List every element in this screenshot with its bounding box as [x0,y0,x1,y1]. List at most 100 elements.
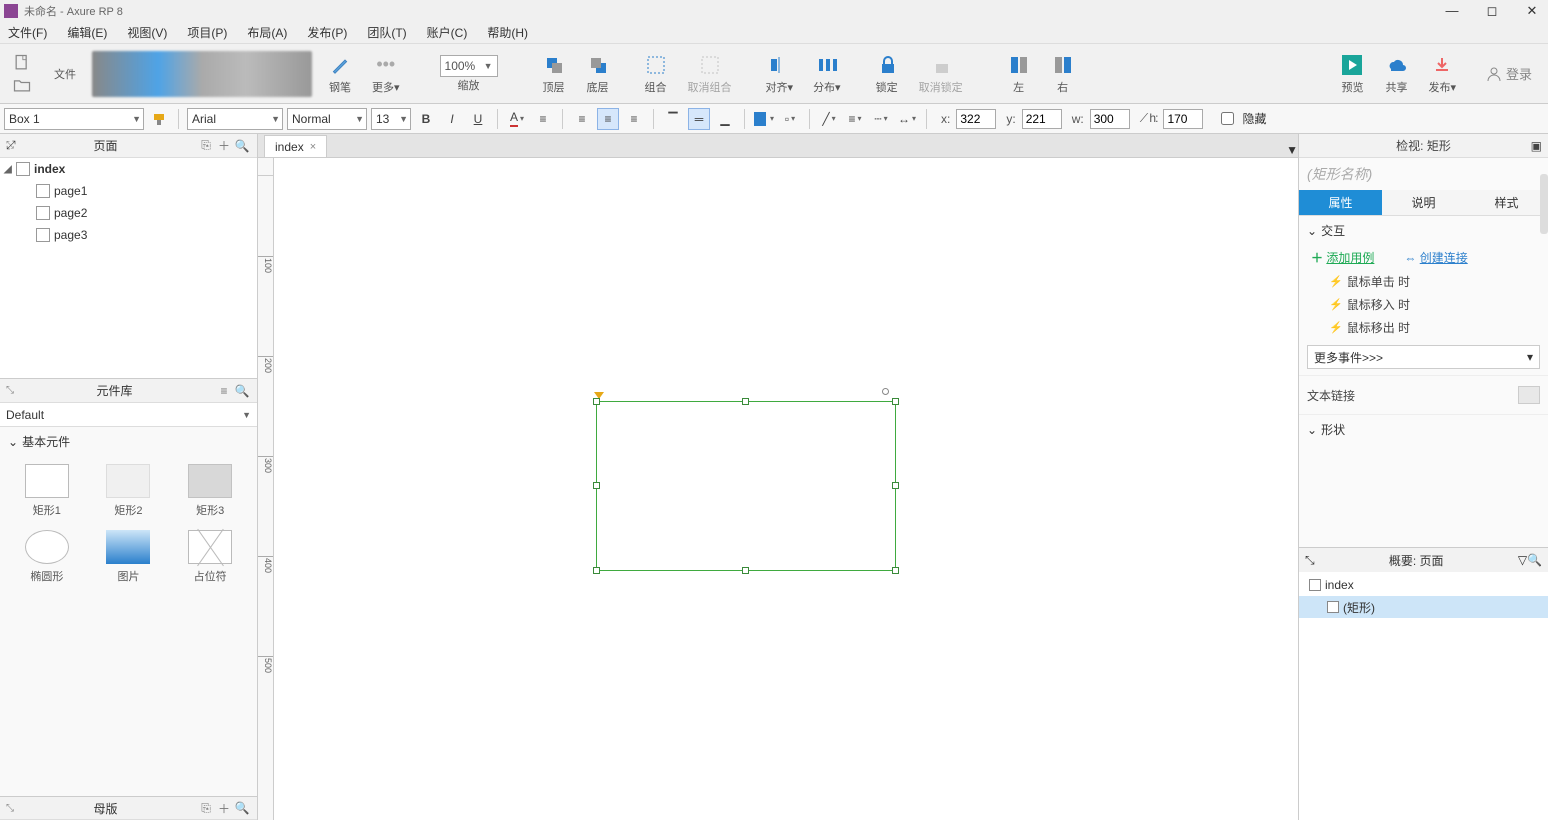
share-btn[interactable]: 共享 [1384,53,1408,95]
style-preset-select[interactable]: Box 1▼ [4,108,144,130]
widget-item[interactable]: 矩形2 [90,460,168,522]
library-category[interactable]: ⌄基本元件 [0,427,257,456]
ruler-vertical[interactable]: 100200300400500 [258,176,274,820]
collapse-icon[interactable]: ⤡ [1305,553,1315,568]
maximize-button[interactable]: ◻ [1480,3,1504,19]
h-input[interactable] [1163,109,1203,129]
bold-btn[interactable]: B [415,108,437,130]
widget-item[interactable]: 椭圆形 [8,526,86,588]
left-align-btn[interactable]: 左 [1007,53,1031,95]
add-case-link[interactable]: ＋ 添加用例 [1311,249,1374,266]
underline-btn[interactable]: U [467,108,489,130]
login-button[interactable]: 登录 [1486,64,1532,83]
valign-middle-btn[interactable]: ═ [688,108,710,130]
page-tree-item[interactable]: page3 [0,224,257,246]
resize-handle-nw[interactable] [593,398,600,405]
rotate-handle[interactable] [882,388,889,395]
group-btn[interactable]: 组合 [644,53,668,95]
add-folder-icon[interactable]: ⎘ [197,801,215,816]
create-link-link[interactable]: ⇔ 创建连接 [1404,249,1467,266]
shape-section-header[interactable]: ⌄形状 [1299,414,1548,444]
resize-handle-n[interactable] [742,398,749,405]
add-folder-icon[interactable]: ⎘ [197,138,215,153]
resize-handle-sw[interactable] [593,567,600,574]
widget-item[interactable]: 图片 [90,526,168,588]
scrollbar-thumb[interactable] [1540,174,1548,234]
tab-overflow-icon[interactable]: ▼ [1286,143,1298,157]
widget-item[interactable]: 占位符 [171,526,249,588]
tab-properties[interactable]: 属性 [1299,190,1382,215]
line-color-btn[interactable]: ╱ [818,108,840,130]
text-color-btn[interactable]: A [506,108,528,130]
align-center-btn[interactable]: ≡ [597,108,619,130]
menu-edit[interactable]: 编辑(E) [61,22,113,43]
font-select[interactable]: Arial▼ [187,108,283,130]
italic-btn[interactable]: I [441,108,463,130]
menu-project[interactable]: 项目(P) [181,22,233,43]
resize-handle-w[interactable] [593,482,600,489]
publish-btn[interactable]: 发布▾ [1428,53,1456,95]
widget-item[interactable]: 矩形1 [8,460,86,522]
canvas[interactable] [274,176,1298,820]
add-page-icon[interactable]: ＋ [215,137,233,154]
ungroup-btn[interactable]: 取消组合 [688,53,732,95]
more-tool[interactable]: •••更多▾ [372,53,400,95]
unlock-btn[interactable]: 取消锁定 [919,53,963,95]
pen-tool[interactable]: 钢笔 [328,53,352,95]
resize-handle-ne[interactable] [892,398,899,405]
page-tree-item[interactable]: page2 [0,202,257,224]
library-menu-icon[interactable]: ≡ [215,384,233,398]
add-master-icon[interactable]: ＋ [215,800,233,817]
outer-shadow-btn[interactable]: ▫ [779,108,801,130]
weight-select[interactable]: Normal▼ [287,108,367,130]
right-align-btn[interactable]: 右 [1051,53,1075,95]
interaction-section-header[interactable]: ⌄交互 [1299,216,1548,245]
line-style-btn[interactable]: ┄ [870,108,892,130]
fill-color-btn[interactable] [753,108,775,130]
menu-publish[interactable]: 发布(P) [301,22,353,43]
format-painter[interactable] [148,108,170,130]
page-tree-item[interactable]: page1 [0,180,257,202]
more-events-select[interactable]: 更多事件>>>▾ [1307,345,1540,369]
menu-team[interactable]: 团队(T) [361,22,412,43]
popout-icon[interactable]: ▣ [1531,139,1542,153]
search-icon[interactable]: 🔍 [233,384,251,398]
tab-notes[interactable]: 说明 [1382,190,1465,215]
hidden-checkbox[interactable] [1221,112,1234,125]
widget-item[interactable]: 矩形3 [171,460,249,522]
send-bottom[interactable]: 底层 [586,53,610,95]
search-icon[interactable]: 🔍 [233,801,251,815]
triangle-down-icon[interactable]: ◢ [4,164,16,175]
align-btn[interactable]: 对齐▾ [766,53,794,95]
open-file-icon[interactable] [12,75,32,95]
close-button[interactable]: ✕ [1520,3,1544,19]
shape-name-input[interactable]: (矩形名称) [1299,158,1548,190]
menu-help[interactable]: 帮助(H) [481,22,534,43]
minimize-button[interactable]: — [1440,3,1464,19]
page-tab[interactable]: index× [264,135,327,157]
align-right-btn[interactable]: ≡ [623,108,645,130]
search-icon[interactable]: 🔍 [233,139,251,153]
lock-btn[interactable]: 锁定 [875,53,899,95]
menu-arrange[interactable]: 布局(A) [241,22,293,43]
menu-view[interactable]: 视图(V) [121,22,173,43]
resize-handle-s[interactable] [742,567,749,574]
event-item[interactable]: ⚡鼠标移出 时 [1299,316,1548,339]
line-width-btn[interactable]: ≡ [844,108,866,130]
menu-file[interactable]: 文件(F) [2,22,53,43]
collapse-icon[interactable]: ⤢ [6,138,16,153]
resize-handle-se[interactable] [892,567,899,574]
valign-top-btn[interactable]: ▔ [662,108,684,130]
event-item[interactable]: ⚡鼠标移入 时 [1299,293,1548,316]
selected-shape[interactable] [596,401,896,571]
y-input[interactable] [1022,109,1062,129]
align-left-btn[interactable]: ≡ [571,108,593,130]
x-input[interactable] [956,109,996,129]
valign-bottom-btn[interactable]: ▁ [714,108,736,130]
close-icon[interactable]: × [310,141,316,153]
collapse-icon[interactable]: ⤡ [6,803,14,814]
bring-top[interactable]: 顶层 [542,53,566,95]
arrow-style-btn[interactable]: ↔ [896,108,918,130]
distribute-btn[interactable]: 分布▾ [813,53,841,95]
page-tree-root[interactable]: ◢ index [0,158,257,180]
